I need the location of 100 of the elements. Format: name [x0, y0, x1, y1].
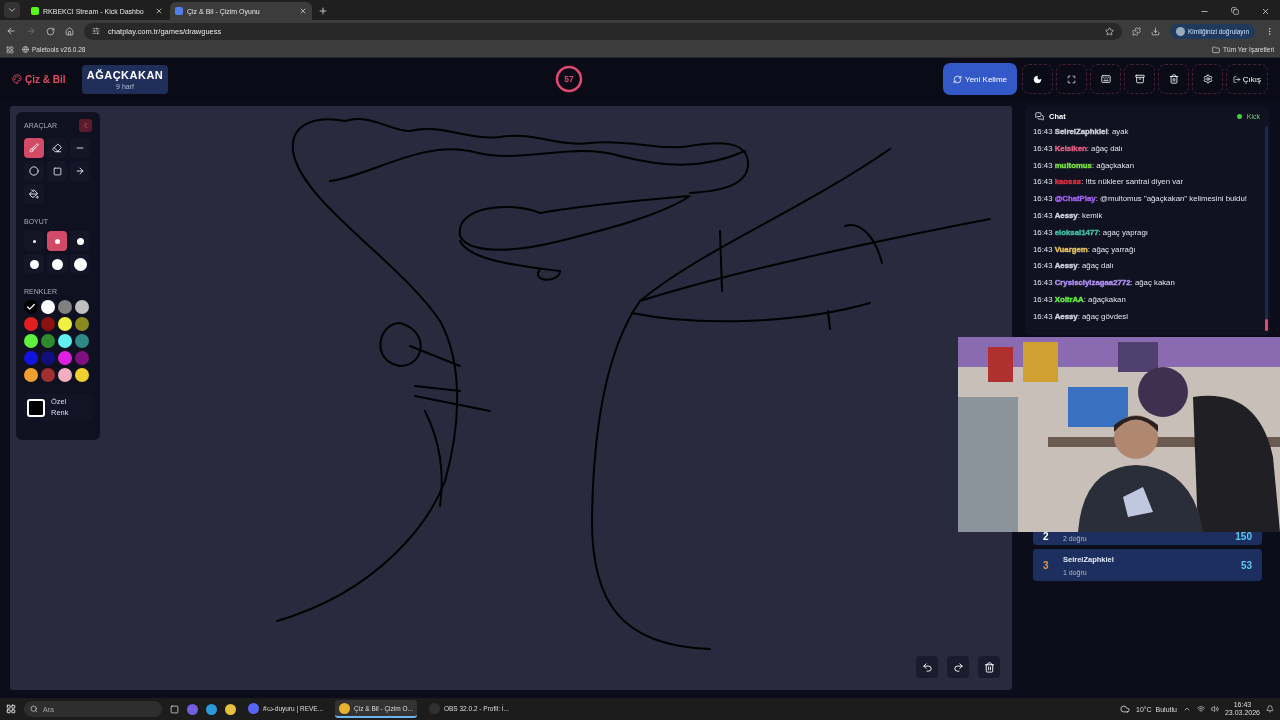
apps-icon[interactable] [6, 45, 14, 54]
theme-button[interactable] [1022, 64, 1053, 94]
start-icon[interactable] [6, 704, 16, 714]
color-swatch[interactable] [24, 317, 38, 331]
redo-icon [952, 661, 964, 673]
color-swatch[interactable] [41, 368, 55, 382]
logout-icon [1233, 74, 1241, 84]
refresh-icon [953, 74, 963, 84]
site-icon [175, 7, 183, 15]
bookmark-star-icon[interactable] [1104, 26, 1114, 36]
chat-icon [1035, 111, 1044, 121]
app-icon [248, 702, 259, 714]
volume-icon[interactable] [1210, 705, 1219, 713]
color-swatch[interactable] [58, 317, 72, 331]
notification-icon[interactable] [1266, 705, 1274, 713]
fullscreen-icon [1067, 74, 1076, 84]
back-icon[interactable] [6, 26, 16, 36]
task-view-icon[interactable] [170, 704, 179, 714]
download-icon[interactable] [1150, 26, 1160, 36]
color-swatch[interactable] [41, 334, 55, 348]
trash-icon [1168, 74, 1179, 84]
globe-icon [22, 46, 29, 53]
brush-size-button[interactable] [47, 231, 67, 251]
color-swatch[interactable] [58, 300, 72, 314]
secret-word: AĞAÇKAKAN [86, 68, 164, 81]
chevron-left-icon [81, 121, 90, 130]
redo-button[interactable] [947, 656, 969, 678]
tool-button[interactable] [47, 161, 67, 181]
avatar-icon [1175, 26, 1185, 36]
circle-icon [29, 166, 39, 176]
reload-icon[interactable] [46, 26, 55, 36]
moon-icon [1033, 74, 1042, 84]
new-word-button[interactable]: Yeni Kelime [943, 63, 1017, 95]
close-icon[interactable] [1261, 7, 1270, 16]
trash-button[interactable] [978, 656, 1000, 678]
collapse-button[interactable] [79, 119, 92, 132]
archive-icon [1134, 74, 1145, 84]
app-logo[interactable]: Çiz & Bil [12, 73, 68, 85]
settings-button[interactable] [1192, 64, 1223, 94]
trash-icon [983, 661, 995, 673]
tab-list-button[interactable] [4, 2, 20, 18]
color-swatch[interactable] [41, 300, 55, 314]
player-score: 53 [1240, 559, 1252, 571]
site-icon [31, 7, 39, 15]
archive-button[interactable] [1124, 64, 1155, 94]
exit-button[interactable]: Çıkış [1226, 64, 1268, 94]
timer-ring [555, 65, 583, 93]
color-swatch[interactable] [75, 334, 89, 348]
color-swatch[interactable] [58, 368, 72, 382]
close-icon[interactable] [155, 7, 163, 15]
brush-size-button[interactable] [70, 254, 90, 274]
color-preview [27, 398, 45, 417]
brush-size-button[interactable] [24, 254, 44, 274]
timer-text: 57 [564, 74, 574, 84]
color-swatch[interactable] [75, 368, 89, 382]
close-icon[interactable] [299, 7, 307, 15]
undo-button[interactable] [916, 656, 938, 678]
brush-size-button[interactable] [70, 231, 90, 251]
check-icon [26, 302, 36, 312]
search-icon [30, 705, 38, 713]
palette-icon [12, 74, 22, 84]
square-icon [52, 166, 62, 176]
restore-icon[interactable] [1231, 7, 1239, 15]
weather-icon [1120, 704, 1130, 714]
arrow-icon [75, 166, 85, 176]
player-score: 150 [1235, 531, 1252, 542]
site-settings-icon[interactable] [92, 27, 100, 35]
color-swatch[interactable] [58, 351, 72, 365]
color-swatch[interactable] [24, 351, 38, 365]
menu-icon[interactable] [1265, 26, 1274, 36]
tray-icon[interactable] [1182, 705, 1191, 713]
color-swatch[interactable] [41, 317, 55, 331]
app-icon[interactable] [206, 703, 217, 715]
home-icon[interactable] [65, 26, 74, 36]
rank-number: 2 [1043, 531, 1050, 542]
tool-button[interactable] [24, 161, 44, 181]
clear-button[interactable] [1158, 64, 1189, 94]
color-swatch[interactable] [75, 300, 89, 314]
wifi-icon[interactable] [1196, 705, 1205, 713]
tool-button[interactable] [70, 161, 90, 181]
tool-button[interactable] [47, 138, 67, 158]
new-tab-icon[interactable] [318, 6, 328, 16]
app-icon [339, 702, 351, 714]
color-swatch[interactable] [24, 368, 38, 382]
tool-button[interactable] [24, 138, 44, 158]
color-swatch[interactable] [24, 300, 38, 314]
extensions-icon[interactable] [1131, 26, 1141, 36]
color-swatch[interactable] [24, 334, 38, 348]
eraser-icon [52, 143, 62, 153]
app-icon[interactable] [187, 703, 198, 715]
color-swatch[interactable] [58, 334, 72, 348]
tool-button[interactable] [70, 138, 90, 158]
color-swatch[interactable] [75, 317, 89, 331]
keyboard-icon [1100, 74, 1111, 84]
settings-icon [1202, 74, 1213, 84]
keyboard-button[interactable] [1090, 64, 1121, 94]
color-swatch[interactable] [75, 351, 89, 365]
tool-button[interactable] [24, 184, 44, 204]
color-swatch[interactable] [41, 351, 55, 365]
brush-size-button[interactable] [47, 254, 67, 274]
